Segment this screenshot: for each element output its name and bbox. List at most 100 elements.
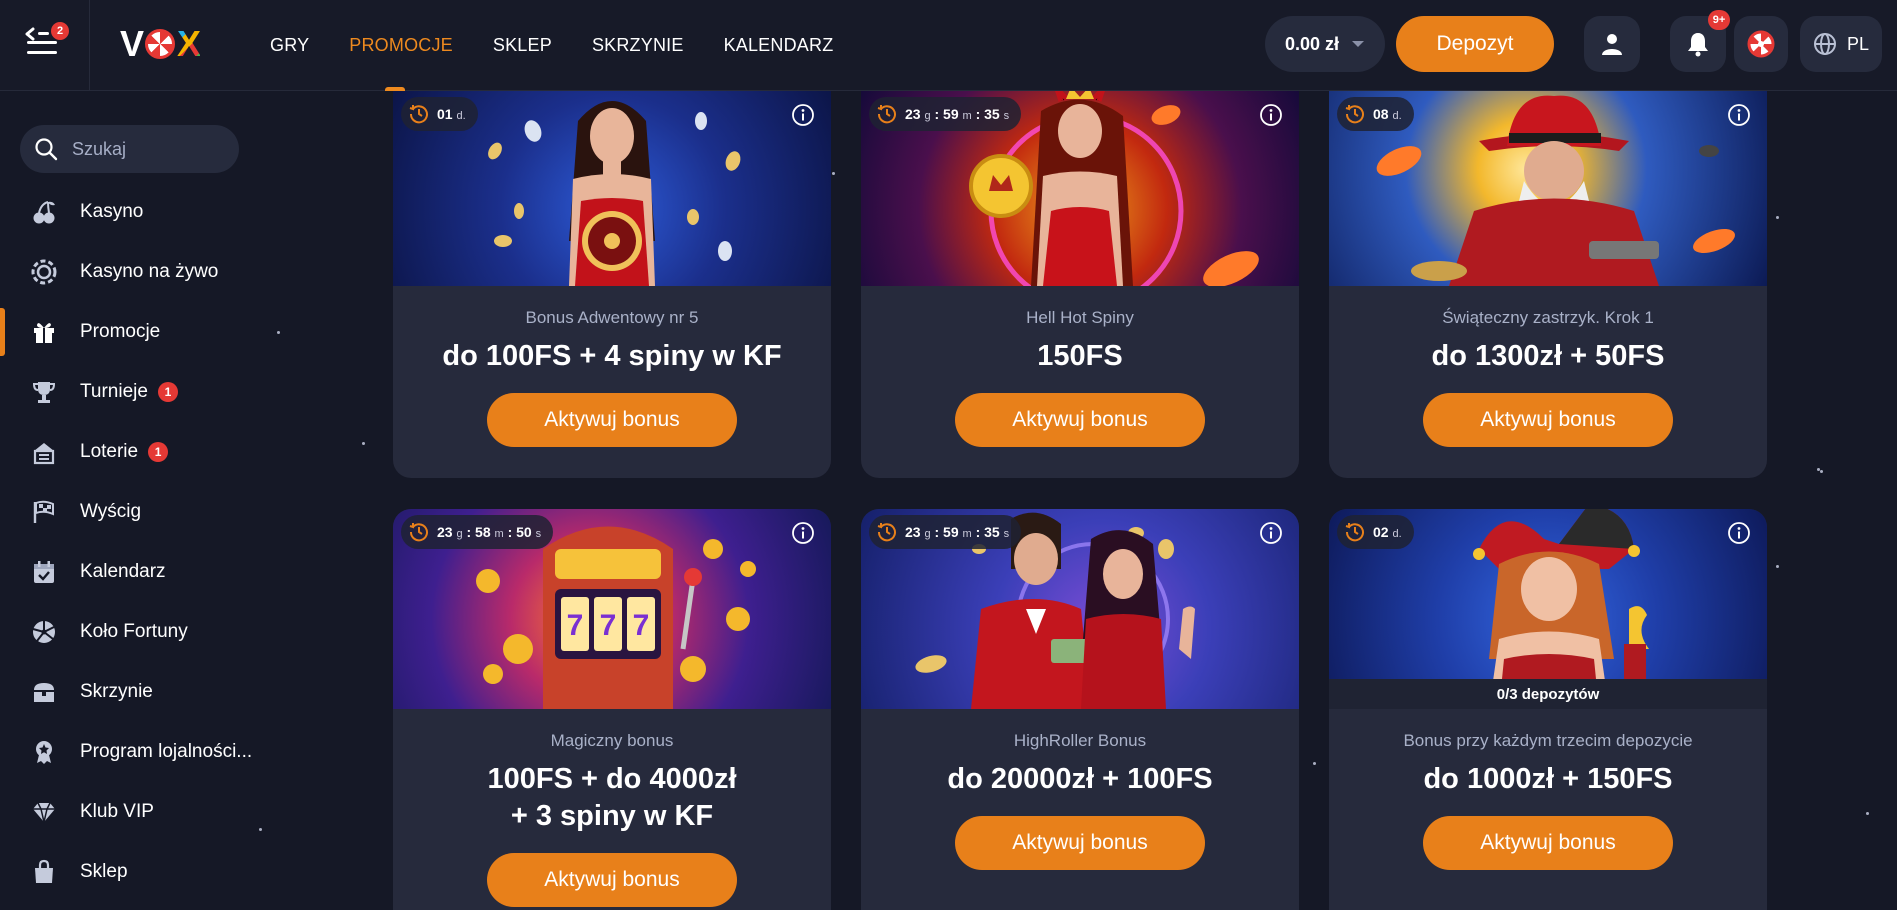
activate-bonus-button[interactable]: Aktywuj bonus xyxy=(487,853,737,907)
main-nav: GRY PROMOCJE SKLEP SKRZYNIE KALENDARZ xyxy=(270,0,833,91)
notifications-button[interactable]: 9+ xyxy=(1670,10,1730,72)
profile-button[interactable] xyxy=(1584,16,1640,72)
activate-bonus-button[interactable]: Aktywuj bonus xyxy=(487,393,737,447)
info-icon[interactable] xyxy=(791,521,815,545)
promo-title: do 20000zł + 100FS xyxy=(947,763,1213,795)
language-button[interactable]: PL xyxy=(1800,16,1882,72)
promo-card-body: HighRoller Bonus do 20000zł + 100FS Akty… xyxy=(861,709,1299,870)
timer-days: 02 xyxy=(1373,524,1389,540)
promo-title-line: + 3 spiny w KF xyxy=(510,800,714,832)
info-icon[interactable] xyxy=(791,103,815,127)
clock-history-icon xyxy=(1345,105,1364,124)
activate-bonus-button[interactable]: Aktywuj bonus xyxy=(1423,393,1673,447)
balance-dropdown[interactable]: 0.00 zł xyxy=(1265,16,1385,72)
nav-sklep[interactable]: SKLEP xyxy=(493,0,552,91)
nav-gry[interactable]: GRY xyxy=(270,0,309,91)
sidebar-item-kolo-fortuny[interactable]: Koło Fortuny xyxy=(0,602,300,662)
nav-kalendarz[interactable]: KALENDARZ xyxy=(724,0,834,91)
clock-history-icon xyxy=(877,105,896,124)
menu-toggle-button[interactable]: 2 xyxy=(24,22,69,62)
roulette-wheel-icon xyxy=(1747,30,1775,58)
chest-icon xyxy=(30,678,58,706)
promo-subtitle: Bonus przy każdym trzecim depozycie xyxy=(1403,731,1693,750)
clock-history-icon xyxy=(409,523,428,542)
sidebar-item-label: Skrzynie xyxy=(80,681,153,702)
timer-minutes: 59 xyxy=(943,106,959,122)
info-icon[interactable] xyxy=(1259,521,1283,545)
language-label: PL xyxy=(1846,33,1870,54)
clock-history-icon xyxy=(1345,523,1364,542)
timer-unit: m xyxy=(962,110,972,122)
fortune-wheel-button[interactable] xyxy=(1734,16,1788,72)
sidebar-item-klub-vip[interactable]: Klub VIP xyxy=(0,782,300,842)
sidebar-item-label: Program lojalności... xyxy=(80,741,253,762)
sidebar-badge: 1 xyxy=(157,382,178,402)
timer-minutes: 58 xyxy=(475,524,491,540)
sidebar-badge: 1 xyxy=(148,442,169,462)
activate-bonus-button[interactable]: Aktywuj bonus xyxy=(1423,816,1673,870)
timer-seconds: 50 xyxy=(516,524,532,540)
promo-card-body: Bonus przy każdym trzecim depozycie do 1… xyxy=(1329,709,1767,870)
sidebar-item-label: Promocje xyxy=(80,321,161,342)
svg-text:7: 7 xyxy=(600,609,617,642)
timer-days: 08 xyxy=(1373,106,1389,122)
top-header: 2 V X GRY PROMOCJE SKLEP SKRZYNIE KALEND… xyxy=(0,0,1897,91)
sidebar-item-turnieje[interactable]: Turnieje 1 xyxy=(0,362,300,422)
vox-logo[interactable]: V X xyxy=(120,23,201,64)
timer-unit: g xyxy=(924,528,931,540)
info-icon[interactable] xyxy=(1727,521,1751,545)
timer-unit: s xyxy=(1003,110,1010,122)
promo-card: 0/3 depozytów 02 d. Bonus przy każdym tr… xyxy=(1329,509,1767,910)
promo-card: 23 g : 59 m : 35 s Hell Hot Spiny 150FS … xyxy=(861,91,1299,478)
sidebar-item-sklep[interactable]: Sklep xyxy=(0,842,300,902)
race-flag-icon xyxy=(30,498,58,526)
promo-banner-image: 08 d. xyxy=(1329,91,1767,286)
activate-bonus-button[interactable]: Aktywuj bonus xyxy=(955,816,1205,870)
sidebar-item-kalendarz[interactable]: Kalendarz xyxy=(0,542,300,602)
countdown-timer: 23 g : 59 m : 35 s xyxy=(869,515,1022,549)
search-box[interactable] xyxy=(20,125,239,173)
promo-subtitle: HighRoller Bonus xyxy=(1013,731,1147,750)
sidebar-item-loterie[interactable]: Loterie 1 xyxy=(0,422,300,482)
timer-unit: g xyxy=(456,528,463,540)
deposit-progress-label: 0/3 depozytów xyxy=(1329,679,1767,709)
nav-promocje[interactable]: PROMOCJE xyxy=(349,0,453,91)
promo-card-body: Magiczny bonus 100FS + do 4000zł + 3 spi… xyxy=(393,709,831,907)
logo-text: V xyxy=(120,23,144,64)
promo-title: do 100FS + 4 spiny w KF xyxy=(442,340,782,372)
sidebar-item-skrzynie[interactable]: Skrzynie xyxy=(0,662,300,722)
nav-skrzynie[interactable]: SKRZYNIE xyxy=(592,0,684,91)
background-star xyxy=(1820,470,1823,473)
promo-card: 23 g : 59 m : 35 s HighRoller Bonus do 2… xyxy=(861,509,1299,910)
trophy-icon xyxy=(30,378,58,406)
header-divider xyxy=(89,0,90,91)
promo-title: do 1300zł + 50FS xyxy=(1431,340,1665,372)
notification-badge: 9+ xyxy=(1708,10,1730,30)
info-icon[interactable] xyxy=(1259,103,1283,127)
sidebar-item-label: Klub VIP xyxy=(80,801,154,822)
promo-card-body: Hell Hot Spiny 150FS Aktywuj bonus xyxy=(861,286,1299,447)
background-star xyxy=(1313,762,1316,765)
live-chip-icon xyxy=(30,258,58,286)
lottery-icon xyxy=(30,438,58,466)
chevron-down-icon xyxy=(1352,41,1365,47)
sidebar-item-label: Kasyno na żywo xyxy=(80,261,219,282)
loyalty-badge-icon xyxy=(30,738,58,766)
promo-subtitle: Świąteczny zastrzyk. Krok 1 xyxy=(1442,308,1654,327)
sidebar-item-promocje[interactable]: Promocje xyxy=(0,302,300,362)
sidebar-item-label: Kasyno xyxy=(80,201,144,222)
menu-badge: 2 xyxy=(51,22,69,40)
deposit-button[interactable]: Depozyt xyxy=(1396,16,1554,72)
sidebar-item-program-lojalnosci[interactable]: Program lojalności... xyxy=(0,722,300,782)
sidebar-item-wyscig[interactable]: Wyścig xyxy=(0,482,300,542)
sidebar-item-kasyno[interactable]: Kasyno xyxy=(0,182,300,242)
info-icon[interactable] xyxy=(1727,103,1751,127)
timer-unit: s xyxy=(1003,528,1010,540)
background-star xyxy=(1776,216,1779,219)
sidebar-item-label: Koło Fortuny xyxy=(80,621,188,642)
activate-bonus-button[interactable]: Aktywuj bonus xyxy=(955,393,1205,447)
search-input[interactable] xyxy=(72,138,212,160)
clock-history-icon xyxy=(877,523,896,542)
sidebar-item-kasyno-na-zywo[interactable]: Kasyno na żywo xyxy=(0,242,300,302)
timer-seconds: 35 xyxy=(984,524,1000,540)
